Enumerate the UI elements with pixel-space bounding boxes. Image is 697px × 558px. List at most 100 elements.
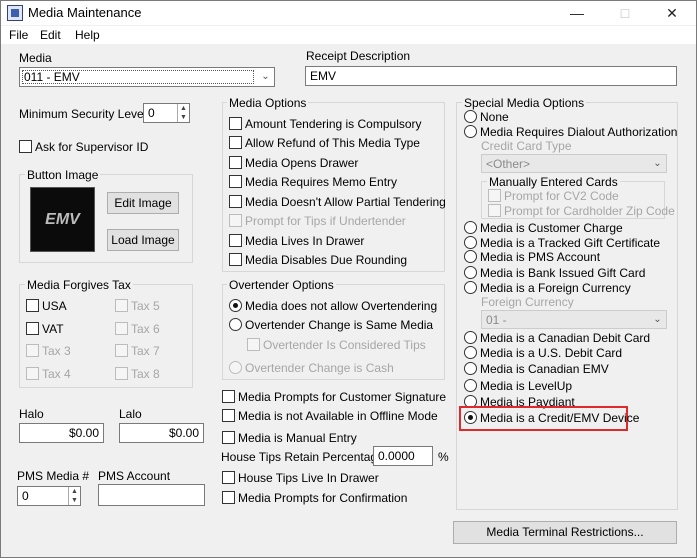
overtender-same-media-radio[interactable] bbox=[229, 318, 242, 331]
tax-5-checkbox[interactable] bbox=[115, 299, 128, 312]
canadian-debit-radio[interactable] bbox=[464, 331, 477, 344]
tax-4-checkbox[interactable] bbox=[26, 367, 39, 380]
load-image-button[interactable]: Load Image bbox=[107, 229, 179, 251]
prompts-confirmation-checkbox[interactable] bbox=[222, 491, 235, 504]
disables-rounding-checkbox[interactable] bbox=[229, 253, 242, 266]
house-tips-input[interactable]: 0.0000 bbox=[373, 446, 433, 466]
chevron-down-icon: ⌄ bbox=[653, 314, 662, 325]
partial-tendering-label: Media Doesn't Allow Partial Tendering bbox=[245, 195, 446, 209]
min-security-input[interactable]: 0 ▲ ▼ bbox=[143, 103, 190, 123]
pms-media-spinner[interactable]: ▲ ▼ bbox=[68, 487, 80, 505]
partial-tendering-checkbox[interactable] bbox=[229, 195, 242, 208]
prompt-zip-checkbox[interactable] bbox=[488, 204, 501, 217]
spin-up-icon[interactable]: ▲ bbox=[69, 487, 80, 496]
prompt-tips-checkbox[interactable] bbox=[229, 214, 242, 227]
levelup-label: Media is LevelUp bbox=[480, 379, 573, 393]
house-tips-drawer-checkbox[interactable] bbox=[222, 471, 235, 484]
tax-8-checkbox[interactable] bbox=[115, 367, 128, 380]
house-tips-label: House Tips Retain Percentage: bbox=[221, 450, 388, 464]
levelup-radio[interactable] bbox=[464, 379, 477, 392]
manual-entry-label: Media is Manual Entry bbox=[238, 431, 357, 445]
manual-cards-title: Manually Entered Cards bbox=[487, 175, 620, 189]
customer-charge-label: Media is Customer Charge bbox=[480, 221, 623, 235]
manual-entry-checkbox[interactable] bbox=[222, 431, 235, 444]
us-debit-label: Media is a U.S. Debit Card bbox=[480, 346, 623, 360]
cc-type-select[interactable]: <Other> ⌄ bbox=[481, 154, 667, 173]
special-none-radio[interactable] bbox=[464, 110, 477, 123]
lalo-label: Lalo bbox=[119, 407, 142, 421]
overtender-none-radio[interactable] bbox=[229, 299, 242, 312]
prompt-zip-label: Prompt for Cardholder Zip Code bbox=[504, 204, 675, 218]
media-select[interactable]: 011 - EMV ⌄ bbox=[19, 67, 275, 87]
foreign-currency-select-label: Foreign Currency bbox=[481, 295, 574, 309]
tax-usa-label: USA bbox=[42, 299, 67, 313]
pms-account-radio[interactable] bbox=[464, 250, 477, 263]
spin-up-icon[interactable]: ▲ bbox=[178, 104, 189, 113]
lalo-input[interactable]: $0.00 bbox=[119, 423, 204, 443]
bank-gift-card-label: Media is Bank Issued Gift Card bbox=[480, 266, 646, 280]
ask-supervisor-checkbox[interactable] bbox=[19, 140, 32, 153]
menu-file[interactable]: File bbox=[9, 28, 28, 42]
pms-media-input[interactable]: 0 ▲ ▼ bbox=[17, 486, 81, 506]
customer-signature-checkbox[interactable] bbox=[222, 390, 235, 403]
overtender-none-label: Media does not allow Overtendering bbox=[245, 299, 438, 313]
menu-bar: File Edit Help bbox=[1, 26, 696, 44]
tax-7-checkbox[interactable] bbox=[115, 344, 128, 357]
us-debit-radio[interactable] bbox=[464, 346, 477, 359]
memo-entry-label: Media Requires Memo Entry bbox=[245, 175, 398, 189]
customer-signature-label: Media Prompts for Customer Signature bbox=[238, 390, 447, 404]
overtender-tips-checkbox[interactable] bbox=[247, 338, 260, 351]
media-label: Media bbox=[19, 51, 52, 65]
min-security-spinner[interactable]: ▲ ▼ bbox=[177, 104, 189, 122]
prompt-cv2-checkbox[interactable] bbox=[488, 189, 501, 202]
ask-supervisor-label: Ask for Supervisor ID bbox=[35, 140, 149, 154]
house-tips-unit: % bbox=[438, 450, 449, 464]
halo-input[interactable]: $0.00 bbox=[19, 423, 104, 443]
spin-down-icon[interactable]: ▼ bbox=[178, 113, 189, 122]
spin-down-icon[interactable]: ▼ bbox=[69, 496, 80, 505]
foreign-currency-select[interactable]: 01 - ⌄ bbox=[481, 310, 667, 329]
opens-drawer-label: Media Opens Drawer bbox=[245, 156, 359, 170]
customer-charge-radio[interactable] bbox=[464, 221, 477, 234]
bank-gift-card-radio[interactable] bbox=[464, 266, 477, 279]
terminal-restrictions-button[interactable]: Media Terminal Restrictions... bbox=[453, 521, 677, 544]
tax-usa-checkbox[interactable] bbox=[26, 299, 39, 312]
tax-3-checkbox[interactable] bbox=[26, 344, 39, 357]
gift-certificate-radio[interactable] bbox=[464, 236, 477, 249]
tax-6-checkbox[interactable] bbox=[115, 322, 128, 335]
menu-help[interactable]: Help bbox=[75, 28, 100, 42]
minimize-button[interactable]: — bbox=[554, 1, 600, 25]
tax-vat-checkbox[interactable] bbox=[26, 322, 39, 335]
button-image-title: Button Image bbox=[25, 168, 101, 182]
credit-emv-radio[interactable] bbox=[464, 411, 477, 424]
maximize-button[interactable]: □ bbox=[602, 1, 648, 25]
receipt-description-label: Receipt Description bbox=[306, 49, 411, 63]
close-button[interactable]: ✕ bbox=[649, 1, 695, 25]
cc-type-value: <Other> bbox=[486, 157, 531, 171]
allow-refund-label: Allow Refund of This Media Type bbox=[245, 136, 420, 150]
opens-drawer-checkbox[interactable] bbox=[229, 156, 242, 169]
title-bar: Media Maintenance — □ ✕ bbox=[1, 1, 696, 25]
edit-image-button[interactable]: Edit Image bbox=[107, 192, 179, 214]
memo-entry-checkbox[interactable] bbox=[229, 175, 242, 188]
tax-6-label: Tax 6 bbox=[131, 322, 160, 336]
special-dialout-radio[interactable] bbox=[464, 125, 477, 138]
pms-account-radio-label: Media is PMS Account bbox=[480, 250, 601, 264]
amount-compulsory-checkbox[interactable] bbox=[229, 117, 242, 130]
cc-type-label: Credit Card Type bbox=[481, 139, 572, 153]
canadian-emv-radio[interactable] bbox=[464, 362, 477, 375]
tax-3-label: Tax 3 bbox=[42, 344, 71, 358]
canadian-emv-label: Media is Canadian EMV bbox=[480, 362, 609, 376]
media-maintenance-window: Media Maintenance — □ ✕ File Edit Help M… bbox=[0, 0, 697, 558]
menu-edit[interactable]: Edit bbox=[40, 28, 61, 42]
disables-rounding-label: Media Disables Due Rounding bbox=[245, 253, 408, 267]
offline-mode-checkbox[interactable] bbox=[222, 409, 235, 422]
allow-refund-checkbox[interactable] bbox=[229, 136, 242, 149]
overtender-cash-radio[interactable] bbox=[229, 361, 242, 374]
special-media-title: Special Media Options bbox=[462, 96, 587, 110]
media-options-title: Media Options bbox=[227, 96, 309, 110]
receipt-description-input[interactable]: EMV bbox=[305, 66, 677, 86]
foreign-currency-radio[interactable] bbox=[464, 281, 477, 294]
lives-in-drawer-checkbox[interactable] bbox=[229, 234, 242, 247]
pms-account-input[interactable] bbox=[98, 484, 205, 506]
